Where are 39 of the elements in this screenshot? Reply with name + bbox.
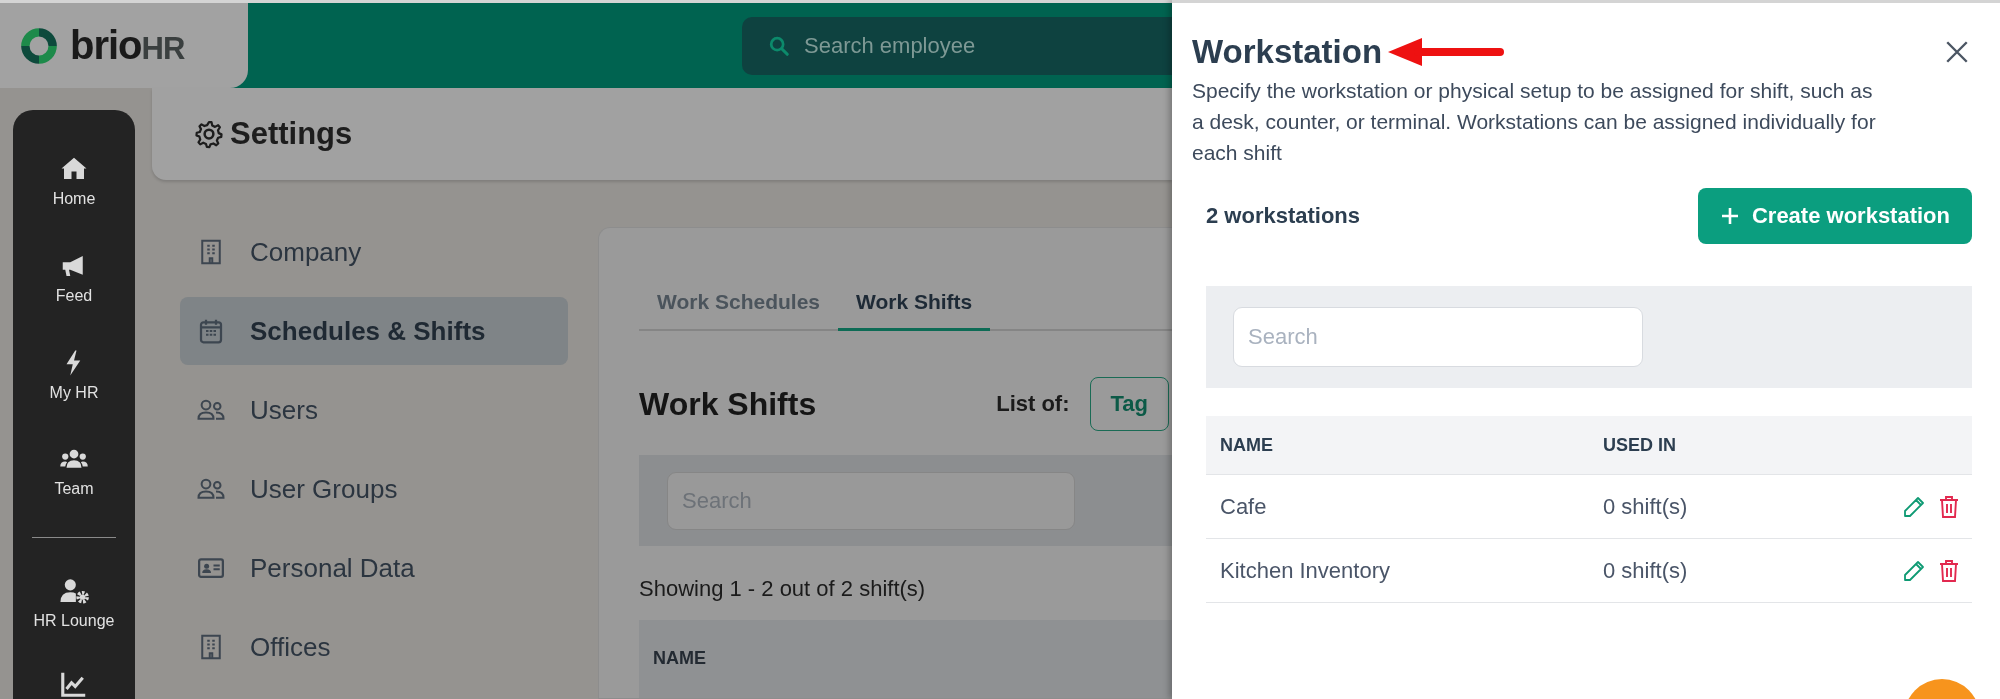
create-workstation-button[interactable]: Create workstation [1697,188,1972,244]
column-header: NAME [653,648,706,668]
results-summary: Showing 1 - 2 out of 2 shift(s) [639,576,927,602]
delete-icon[interactable] [1938,558,1960,583]
nav-label[interactable]: Team [54,480,94,499]
column-header: USED IN [1603,434,1677,456]
nav-label[interactable]: Home [52,190,96,208]
plus-icon [1719,206,1740,226]
workstation-count: 2 workstations [1206,203,1361,229]
menu-item[interactable]: Company [180,218,568,286]
column-header: NAME [1220,434,1274,456]
search-field[interactable]: Search employee [802,31,1172,60]
edit-icon[interactable] [1902,494,1926,519]
nav-label[interactable]: My HR [49,383,99,402]
logo-text: brioHR [70,23,185,68]
table-cell-text: Kitchen Inventory [1220,557,1391,584]
edit-icon[interactable] [1902,558,1926,583]
table-cell-text: Cafe [1220,493,1268,520]
drawer-description: Specify the workstation or physical setup to be assigned for shift, such as a desk, counter, or terminal. Workstations can be assigned individually for each shift [1192,78,1877,166]
section-title: Work Shifts [639,385,817,423]
nav-label[interactable]: HR Lounge [33,612,115,631]
menu-item[interactable]: Personal Data [180,534,568,602]
menu-item[interactable]: Offices [180,613,568,681]
tab[interactable]: Work Shifts [838,278,991,331]
delete-icon[interactable] [1938,494,1960,519]
search-field[interactable]: Search employee [742,16,1172,75]
settings-icon [194,119,224,149]
menu-item[interactable]: Schedules & Shifts [180,297,568,365]
table-cell-text: 0 shift(s) [1603,557,1689,584]
drawer-title: Workstation [1192,33,1383,71]
nav-label[interactable]: Feed [55,286,93,305]
table-cell-text: 0 shift(s) [1603,493,1689,520]
tab[interactable]: Work Schedules [639,278,838,331]
tag-button[interactable]: Tag [1089,377,1169,431]
search-icon [768,34,790,57]
list-of-label: List of: [996,391,1070,417]
page-title: Settings [230,116,353,152]
menu-item[interactable]: Users [180,376,568,444]
menu-item[interactable]: User Groups [180,455,568,523]
